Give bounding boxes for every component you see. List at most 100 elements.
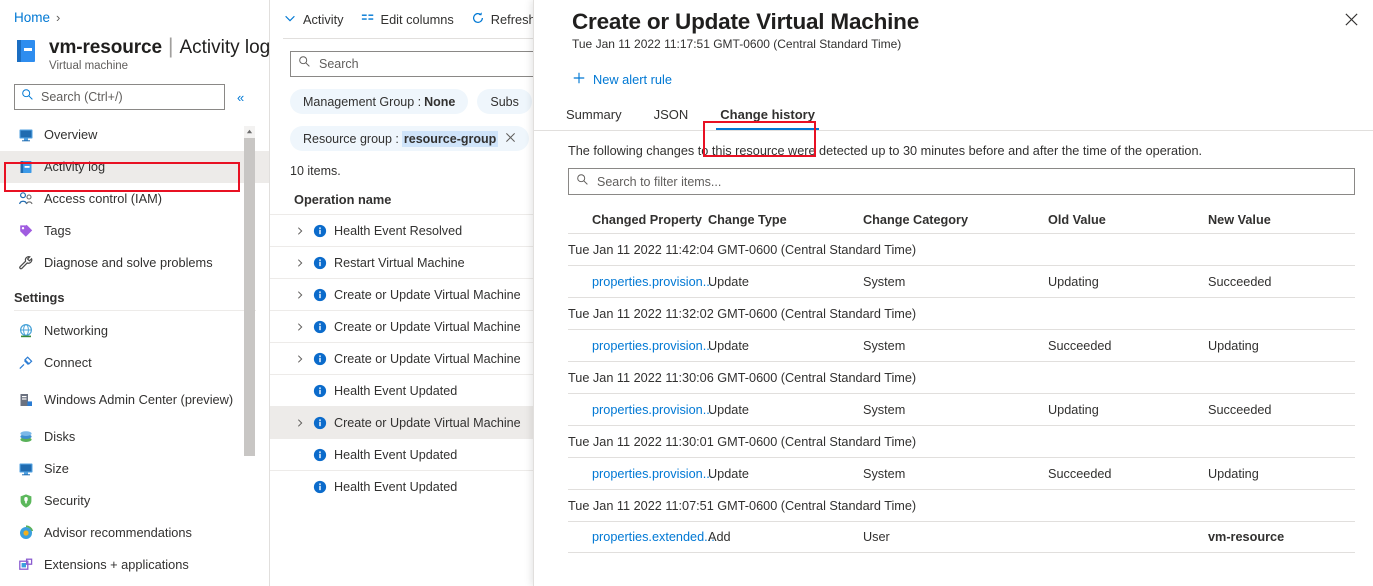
sidebar-item-networking[interactable]: Networking — [0, 315, 270, 347]
change-row[interactable]: properties.provision... Update System Up… — [568, 393, 1355, 425]
old-value: Updating — [1048, 274, 1099, 289]
new-alert-rule-label: New alert rule — [593, 72, 672, 87]
change-group-header: Tue Jan 11 2022 11:30:06 GMT-0600 (Centr… — [568, 361, 1355, 393]
activity-row[interactable]: Create or Update Virtual Machine — [270, 342, 533, 374]
collapse-sidebar-button[interactable]: « — [233, 88, 248, 107]
sidebar-item-windows-admin-center[interactable]: Windows Admin Center (preview) — [0, 379, 270, 421]
activity-row[interactable]: Health Event Updated — [270, 438, 533, 470]
sidebar-scrollbar[interactable] — [244, 126, 255, 456]
activity-search-input[interactable] — [317, 56, 533, 72]
change-group-timestamp: Tue Jan 11 2022 11:30:06 GMT-0600 (Centr… — [568, 370, 917, 385]
expand-chevron-icon[interactable] — [294, 226, 306, 236]
info-icon — [313, 448, 327, 462]
activity-search-box[interactable] — [290, 51, 533, 77]
resource-subtitle: Virtual machine — [49, 60, 129, 72]
change-group-timestamp: Tue Jan 11 2022 11:32:02 GMT-0600 (Centr… — [568, 306, 917, 321]
activity-row-selected[interactable]: Create or Update Virtual Machine — [270, 406, 533, 438]
change-category-value: System — [863, 466, 906, 481]
edit-columns-button[interactable]: Edit columns — [361, 11, 454, 28]
sidebar-scrollbar-thumb[interactable] — [244, 138, 255, 456]
change-history-description: The following changes to this resource w… — [568, 144, 1203, 158]
activity-row-label: Health Event Updated — [334, 479, 458, 494]
activity-row[interactable]: Health Event Updated — [270, 470, 533, 502]
change-category-value: System — [863, 338, 906, 353]
activity-row[interactable]: Create or Update Virtual Machine — [270, 278, 533, 310]
change-row[interactable]: properties.provision... Update System Su… — [568, 329, 1355, 361]
scroll-up-arrow-icon[interactable] — [244, 126, 255, 137]
sidebar-item-advisor-recommendations[interactable]: Advisor recommendations — [0, 517, 270, 549]
tab-json[interactable]: JSON — [650, 107, 693, 130]
sidebar-search-box[interactable] — [14, 84, 225, 110]
activity-row[interactable]: Restart Virtual Machine — [270, 246, 533, 278]
activity-filter-button[interactable]: Activity — [283, 11, 344, 28]
sidebar-item-extensions-applications[interactable]: Extensions + applications — [0, 549, 270, 581]
activity-row-label: Health Event Resolved — [334, 223, 463, 238]
change-row[interactable]: properties.provision... Update System Su… — [568, 457, 1355, 489]
filter-pill-subscription[interactable]: Subs — [477, 89, 532, 114]
items-count: 10 items. — [290, 164, 341, 178]
sidebar-item-overview[interactable]: Overview — [0, 119, 270, 151]
windows-admin-center-icon — [17, 392, 34, 409]
expand-chevron-icon[interactable] — [294, 258, 306, 268]
info-icon — [313, 288, 327, 302]
expand-chevron-icon[interactable] — [294, 418, 306, 428]
breadcrumb-home[interactable]: Home — [14, 10, 50, 25]
breadcrumb-separator-icon: › — [56, 10, 61, 25]
expand-chevron-icon[interactable] — [294, 322, 306, 332]
changed-property-link[interactable]: properties.provision... — [568, 339, 713, 353]
change-type-value: Update — [708, 338, 749, 353]
new-value: vm-resource — [1208, 530, 1285, 544]
remove-filter-icon[interactable] — [505, 131, 516, 146]
sidebar-search-input[interactable] — [39, 89, 218, 105]
tab-summary[interactable]: Summary — [562, 107, 626, 130]
sidebar-item-label: Security — [44, 492, 91, 508]
title-separator: | — [167, 35, 174, 58]
info-icon — [313, 352, 327, 366]
change-history-search-box[interactable] — [568, 168, 1355, 195]
refresh-button[interactable]: Refresh — [471, 11, 533, 28]
activity-row[interactable]: Health Event Resolved — [270, 214, 533, 246]
sidebar-item-label: Diagnose and solve problems — [44, 254, 213, 270]
sidebar-item-tags[interactable]: Tags — [0, 215, 270, 247]
extensions-icon — [17, 557, 34, 574]
changed-property-link[interactable]: properties.provision... — [568, 403, 713, 417]
sidebar-item-activity-log[interactable]: Activity log — [0, 151, 270, 183]
info-icon — [313, 416, 327, 430]
filter-pill-management-group[interactable]: Management Group : None — [290, 89, 469, 114]
tab-change-history[interactable]: Change history — [716, 107, 819, 130]
info-icon — [313, 320, 327, 334]
change-group-timestamp: Tue Jan 11 2022 11:30:01 GMT-0600 (Centr… — [568, 434, 917, 449]
activity-log-icon — [17, 159, 34, 176]
change-history-search-input[interactable] — [595, 173, 1347, 190]
activity-row[interactable]: Create or Update Virtual Machine — [270, 310, 533, 342]
change-group-timestamp: Tue Jan 11 2022 11:42:04 GMT-0600 (Centr… — [568, 242, 917, 257]
new-value: Succeeded — [1208, 402, 1272, 417]
expand-chevron-icon[interactable] — [294, 290, 306, 300]
activity-row[interactable]: Health Event Updated — [270, 374, 533, 406]
new-value: Updating — [1208, 338, 1259, 353]
change-row[interactable]: properties.extended... Add User vm-resou… — [568, 521, 1355, 553]
change-group-header: Tue Jan 11 2022 11:30:01 GMT-0600 (Centr… — [568, 425, 1355, 457]
operation-name-column-header: Operation name — [294, 192, 392, 207]
sidebar-item-label: Extensions + applications — [44, 556, 189, 572]
sidebar-item-connect[interactable]: Connect — [0, 347, 270, 379]
resource-name: vm-resource — [49, 37, 162, 58]
sidebar-item-diagnose[interactable]: Diagnose and solve problems — [0, 247, 270, 279]
expand-chevron-icon[interactable] — [294, 354, 306, 364]
search-icon — [576, 173, 589, 191]
sidebar-item-size[interactable]: Size — [0, 453, 270, 485]
search-icon — [21, 88, 34, 106]
filter-pill-row-2: Resource group : resource-group — [270, 126, 533, 151]
changed-property-link[interactable]: properties.provision... — [568, 275, 713, 289]
sidebar-item-disks[interactable]: Disks — [0, 421, 270, 453]
sidebar-item-security[interactable]: Security — [0, 485, 270, 517]
new-alert-rule-button[interactable]: New alert rule — [572, 71, 672, 88]
changed-property-link[interactable]: properties.extended... — [568, 530, 715, 544]
size-icon — [17, 461, 34, 478]
filter-pill-resource-group[interactable]: Resource group : resource-group — [290, 126, 530, 151]
detail-title: Create or Update Virtual Machine — [572, 9, 920, 34]
close-icon[interactable] — [1344, 12, 1359, 32]
changed-property-link[interactable]: properties.provision... — [568, 467, 713, 481]
change-row[interactable]: properties.provision... Update System Up… — [568, 265, 1355, 297]
sidebar-item-access-control[interactable]: Access control (IAM) — [0, 183, 270, 215]
